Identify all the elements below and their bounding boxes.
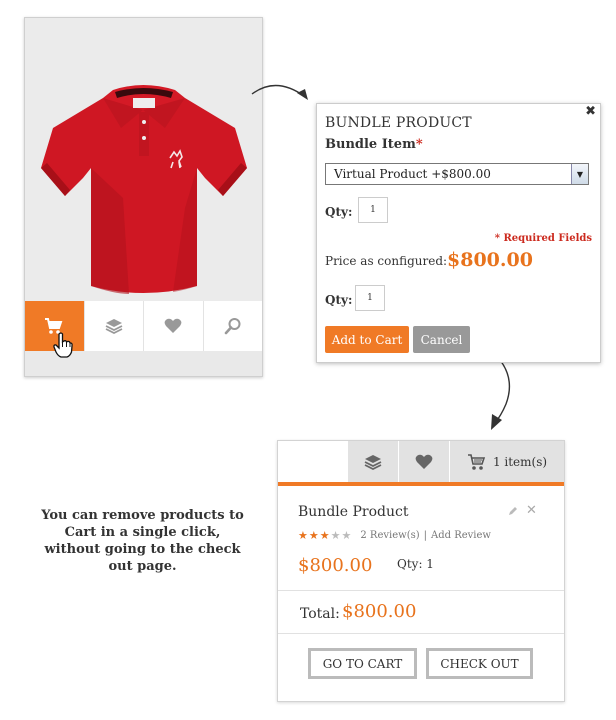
total-label: Total: <box>300 606 340 622</box>
required-fields-note: * Required Fields <box>494 233 592 244</box>
popup-close-button[interactable]: ✖ <box>585 104 596 119</box>
chevron-down-icon[interactable]: ▼ <box>571 164 588 184</box>
heart-icon <box>164 318 182 333</box>
reviews-separator: | <box>423 530 427 541</box>
quick-view-button[interactable] <box>203 301 262 351</box>
required-star: * <box>415 137 423 152</box>
add-to-cart-button[interactable]: Add to Cart <box>325 326 409 353</box>
star-icon: ★ <box>341 529 352 542</box>
star-icon: ★ <box>308 529 319 542</box>
product-image[interactable] <box>25 18 262 301</box>
popup-title: BUNDLE PRODUCT <box>325 115 472 131</box>
reviews-link[interactable]: 2 Review(s) <box>360 530 419 541</box>
star-icon: ★ <box>298 529 308 542</box>
reviews-info: 2 Review(s) | Add Review <box>360 530 491 541</box>
bundle-product-popup: ✖ BUNDLE PRODUCT Bundle Item* Virtual Pr… <box>316 103 601 363</box>
divider <box>278 590 564 591</box>
cart-items-button[interactable]: 1 item(s) <box>449 441 564 482</box>
bundle-item-label-text: Bundle Item <box>325 137 416 152</box>
qty-input[interactable]: 1 <box>355 285 385 311</box>
wishlist-button[interactable] <box>144 301 204 351</box>
wishlist-button[interactable] <box>398 441 449 482</box>
compare-button[interactable] <box>347 441 398 482</box>
compare-button[interactable] <box>84 301 144 351</box>
cart-item-qty: Qty: 1 <box>397 557 434 571</box>
product-card <box>24 17 263 377</box>
price-configured-value: $800.00 <box>447 249 533 271</box>
layers-icon <box>364 454 382 470</box>
cart-icon <box>467 453 486 470</box>
search-icon <box>224 318 241 335</box>
go-to-cart-button[interactable]: GO TO CART <box>308 648 417 679</box>
bundle-item-select-value: Virtual Product +$800.00 <box>334 167 491 181</box>
feature-description: You can remove products to Cart in a sin… <box>41 508 244 574</box>
add-to-cart-button[interactable] <box>25 301 85 358</box>
cart-items-count: 1 item(s) <box>492 454 548 469</box>
hand-cursor-icon <box>53 332 73 358</box>
cart-item-price: $800.00 <box>298 555 373 576</box>
pencil-icon[interactable] <box>507 505 519 517</box>
product-rating: ★ ★ ★ ★ ★ 2 Review(s) | Add Review <box>298 530 491 541</box>
bundle-item-label: Bundle Item* <box>325 137 423 152</box>
heart-icon <box>415 454 433 469</box>
total-value: $800.00 <box>342 601 417 622</box>
checkout-button[interactable]: CHECK OUT <box>426 648 533 679</box>
mini-cart-panel: 1 item(s) Bundle Product ✕ ★ ★ ★ ★ ★ 2 R… <box>277 440 565 702</box>
bundle-qty-input[interactable]: 1 <box>358 197 388 223</box>
divider <box>278 633 564 634</box>
star-icon: ★ <box>330 529 341 542</box>
remove-item-button[interactable]: ✕ <box>526 503 537 518</box>
bundle-qty-label: Qty: <box>325 205 353 219</box>
add-review-link[interactable]: Add Review <box>431 530 491 541</box>
header-spacer <box>278 441 347 482</box>
cancel-button[interactable]: Cancel <box>413 326 470 353</box>
layers-icon <box>105 319 123 335</box>
qty-label: Qty: <box>325 293 353 307</box>
curved-arrow-to-popup <box>251 84 308 100</box>
price-configured-label: Price as configured: <box>325 254 448 268</box>
product-action-bar <box>25 301 262 358</box>
bundle-item-select[interactable]: Virtual Product +$800.00 ▼ <box>325 163 589 185</box>
cart-product-name[interactable]: Bundle Product <box>298 504 408 520</box>
mini-cart-header: 1 item(s) <box>278 441 564 486</box>
star-icon: ★ <box>319 529 330 542</box>
red-polo-shirt-image <box>25 18 262 301</box>
